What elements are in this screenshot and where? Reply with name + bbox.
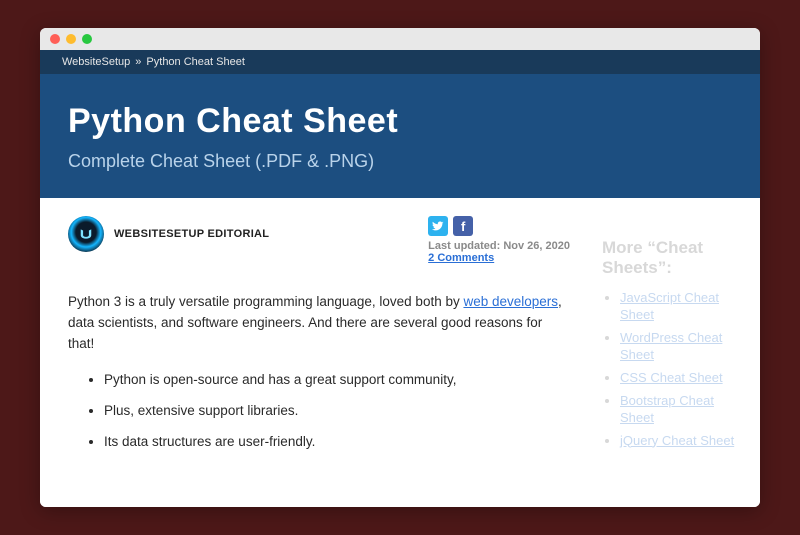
- page-title: Python Cheat Sheet: [68, 102, 732, 141]
- twitter-share-button[interactable]: [428, 216, 448, 236]
- bullet-list: Python is open-source and has a great su…: [68, 371, 570, 452]
- breadcrumb-separator: »: [135, 56, 141, 68]
- sidebar-title: More “Cheat Sheets”:: [602, 238, 742, 279]
- close-icon[interactable]: [50, 34, 60, 44]
- avatar: [68, 216, 104, 252]
- sidebar-list: JavaScript Cheat Sheet WordPress Cheat S…: [602, 289, 742, 449]
- sidebar-link-wordpress[interactable]: WordPress Cheat Sheet: [620, 330, 722, 363]
- minimize-icon[interactable]: [66, 34, 76, 44]
- web-developers-link[interactable]: web developers: [463, 294, 558, 309]
- logo-icon: [79, 227, 93, 241]
- sidebar-link-bootstrap[interactable]: Bootstrap Cheat Sheet: [620, 393, 714, 426]
- facebook-share-button[interactable]: f: [453, 216, 473, 236]
- list-item: WordPress Cheat Sheet: [620, 329, 742, 364]
- page-subtitle: Complete Cheat Sheet (.PDF & .PNG): [68, 151, 732, 172]
- list-item: Bootstrap Cheat Sheet: [620, 392, 742, 427]
- hero: Python Cheat Sheet Complete Cheat Sheet …: [40, 74, 760, 198]
- intro-text-pre: Python 3 is a truly versatile programmin…: [68, 294, 463, 309]
- list-item: CSS Cheat Sheet: [620, 369, 742, 387]
- meta-right: f Last updated: Nov 26, 2020 2 Comments: [428, 216, 570, 264]
- last-updated: Last updated: Nov 26, 2020: [428, 240, 570, 252]
- meta-row: WEBSITESETUP EDITORIAL f Last updated: N…: [68, 216, 570, 264]
- sidebar-link-css[interactable]: CSS Cheat Sheet: [620, 370, 723, 385]
- breadcrumb-leaf: Python Cheat Sheet: [146, 56, 244, 68]
- twitter-icon: [432, 220, 444, 232]
- breadcrumb: WebsiteSetup » Python Cheat Sheet: [40, 50, 760, 74]
- comments-link[interactable]: 2 Comments: [428, 252, 570, 264]
- browser-window: WebsiteSetup » Python Cheat Sheet Python…: [40, 28, 760, 507]
- list-item: JavaScript Cheat Sheet: [620, 289, 742, 324]
- author-name: WEBSITESETUP EDITORIAL: [114, 228, 418, 240]
- social-buttons: f: [428, 216, 570, 236]
- list-item: Its data structures are user-friendly.: [104, 433, 570, 452]
- sidebar: More “Cheat Sheets”: JavaScript Cheat Sh…: [598, 198, 760, 507]
- list-item: jQuery Cheat Sheet: [620, 432, 742, 450]
- intro-paragraph: Python 3 is a truly versatile programmin…: [68, 292, 570, 355]
- sidebar-link-jquery[interactable]: jQuery Cheat Sheet: [620, 433, 734, 448]
- main-column: WEBSITESETUP EDITORIAL f Last updated: N…: [40, 198, 598, 507]
- maximize-icon[interactable]: [82, 34, 92, 44]
- list-item: Python is open-source and has a great su…: [104, 371, 570, 390]
- sidebar-link-javascript[interactable]: JavaScript Cheat Sheet: [620, 290, 719, 323]
- facebook-icon: f: [461, 219, 465, 234]
- content: WEBSITESETUP EDITORIAL f Last updated: N…: [40, 198, 760, 507]
- breadcrumb-root[interactable]: WebsiteSetup: [62, 56, 130, 68]
- titlebar: [40, 28, 760, 50]
- list-item: Plus, extensive support libraries.: [104, 402, 570, 421]
